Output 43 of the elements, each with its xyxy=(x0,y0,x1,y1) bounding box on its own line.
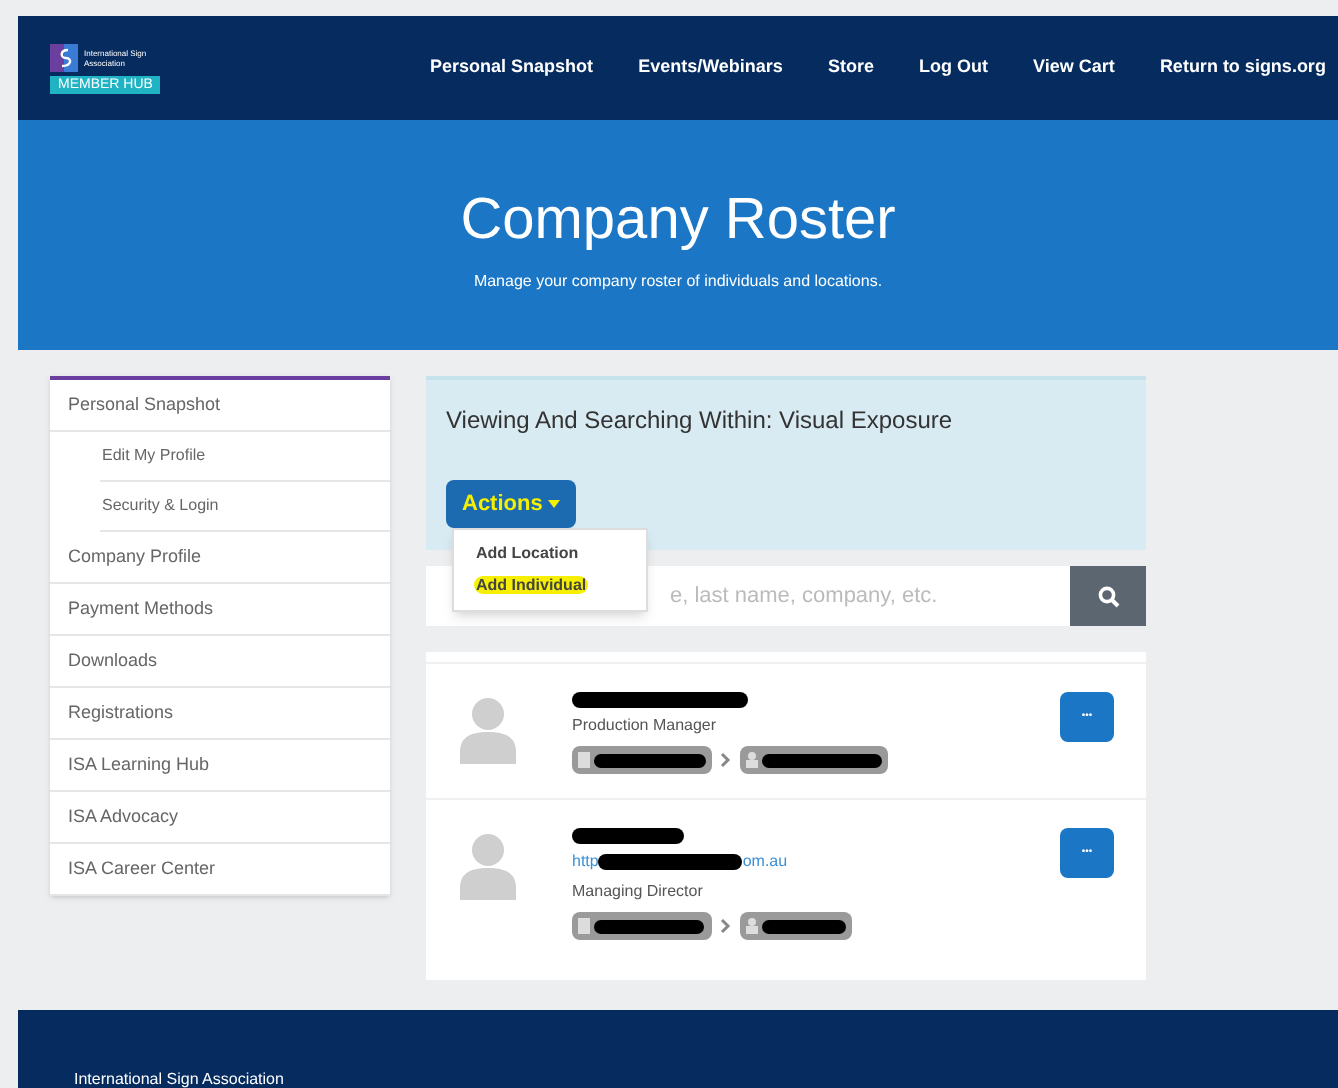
sidebar-item[interactable]: ISA Advocacy xyxy=(50,792,390,844)
panel-heading: Viewing And Searching Within: Visual Exposure xyxy=(446,404,955,438)
sidebar-item[interactable]: Edit My Profile xyxy=(100,432,390,482)
logo-icon xyxy=(50,43,78,71)
redaction-mark xyxy=(572,828,684,844)
job-title: Managing Director xyxy=(572,880,705,904)
nav-link[interactable]: Return to signs.org xyxy=(1159,54,1326,82)
footer-text: International Sign Association xyxy=(74,1070,284,1088)
person-icon xyxy=(458,832,518,900)
menu-item[interactable]: Add Location xyxy=(474,544,581,562)
person-icon xyxy=(458,696,518,764)
website-link-start[interactable]: http xyxy=(572,850,599,874)
chevron-icon xyxy=(720,918,732,934)
nav-link[interactable]: Personal Snapshot xyxy=(430,54,594,82)
page-subtitle: Manage your company roster of individuals and locations. xyxy=(473,269,883,293)
user-icon xyxy=(746,752,758,768)
chevron-icon xyxy=(720,752,732,768)
building-icon xyxy=(578,918,590,934)
menu-item[interactable]: Add Individual xyxy=(474,576,589,594)
sidebar-item[interactable]: Registrations xyxy=(50,688,390,740)
redaction-mark xyxy=(762,753,882,767)
search-button[interactable] xyxy=(1070,566,1146,626)
nav-link[interactable]: Events/Webinars xyxy=(638,54,783,82)
sidebar-item[interactable]: Personal Snapshot xyxy=(50,380,390,432)
redaction-mark xyxy=(762,919,846,933)
user-icon xyxy=(746,918,758,934)
sidebar-item[interactable]: ISA Career Center xyxy=(50,844,390,896)
sidebar-item[interactable]: Company Profile xyxy=(50,532,390,584)
search-icon xyxy=(1097,585,1119,607)
sidebar-item[interactable]: Payment Methods xyxy=(50,584,390,636)
nav-link[interactable]: View Cart xyxy=(1033,54,1115,82)
nav-link[interactable]: Log Out xyxy=(919,54,989,82)
actions-button[interactable]: Actions xyxy=(446,480,577,528)
sidebar-item[interactable]: Security & Login xyxy=(100,482,390,532)
page-title: Company Roster xyxy=(460,185,896,253)
redaction-mark xyxy=(594,919,704,933)
nav-link[interactable]: Store xyxy=(827,54,874,82)
website-link-end[interactable]: om.au xyxy=(742,850,788,874)
caret-icon xyxy=(548,500,561,508)
redaction-mark xyxy=(593,753,706,767)
sidebar-item[interactable]: Downloads xyxy=(50,636,390,688)
sidebar-item[interactable]: ISA Learning Hub xyxy=(50,740,390,792)
job-title: Production Manager xyxy=(572,714,719,738)
